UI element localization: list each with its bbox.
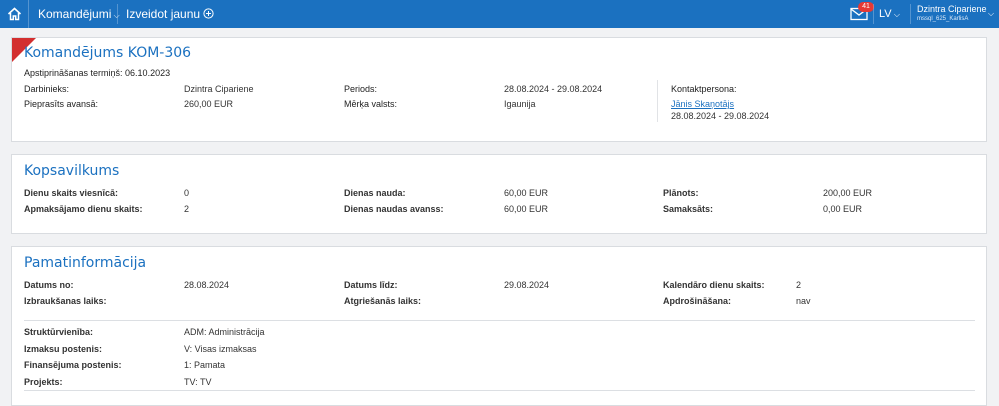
unit-value: ADM: Administrācija (184, 327, 265, 337)
chevron-down-icon: ⌵ (891, 10, 900, 19)
user-database: mssql_625_KarlisA (917, 16, 969, 22)
page-title: Komandējums KOM-306 (24, 45, 192, 61)
section-divider (24, 320, 975, 321)
daily-advance-label: Dienas naudas avanss: (344, 204, 444, 214)
section-divider (24, 390, 975, 391)
country-value: Igaunija (504, 99, 536, 109)
basic-info-panel: Pamatinformācija Datums no: 28.08.2024 I… (11, 246, 987, 406)
period-value: 28.08.2024 - 29.08.2024 (504, 84, 603, 94)
country-label: Mērķa valsts: (344, 99, 398, 109)
return-time-label: Atgriešanās laiks: (344, 296, 422, 306)
contact-label: Kontaktpersona: (671, 84, 737, 94)
contact-person-link[interactable]: Jānis Skaņotājs (671, 99, 734, 109)
finance-item-label: Finansējuma postenis: (24, 360, 122, 370)
contact-period: 28.08.2024 - 29.08.2024 (671, 111, 770, 121)
plus-circle-icon (203, 8, 215, 19)
nav-divider (117, 4, 118, 24)
paid-value: 0,00 EUR (823, 204, 863, 214)
period-label: Periods: (344, 84, 378, 94)
advance-value: 260,00 EUR (184, 99, 234, 109)
expense-item-value: V: Visas izmaksas (184, 344, 257, 354)
column-divider (657, 80, 658, 122)
chevron-down-icon: ⌵ (111, 11, 120, 20)
planned-value: 200,00 EUR (823, 188, 873, 198)
nav-divider (910, 4, 911, 24)
basic-info-title: Pamatinformācija (24, 255, 147, 271)
language-selector[interactable]: LV ⌵ (879, 0, 900, 28)
summary-panel: Kopsavilkums Dienu skaits viesnīcā: 0 Ap… (11, 154, 987, 234)
date-from-value: 28.08.2024 (184, 280, 230, 290)
calendar-days-label: Kalendāro dienu skaits: (663, 280, 765, 290)
approval-deadline: Apstiprināšanas termiņš: 06.10.2023 (24, 68, 171, 78)
departure-time-label: Izbraukšanas laiks: (24, 296, 107, 306)
daily-advance-value: 60,00 EUR (504, 204, 549, 214)
language-label: LV (879, 8, 892, 20)
home-icon (7, 7, 21, 21)
advance-label: Pieprasīts avansā: (24, 99, 99, 109)
daily-allowance-label: Dienas nauda: (344, 188, 406, 198)
create-new-button[interactable]: Izveidot jaunu (126, 0, 215, 28)
trip-header-panel: Komandējums KOM-306 Apstiprināšanas term… (11, 37, 987, 142)
planned-label: Plānots: (663, 188, 699, 198)
create-new-label: Izveidot jaunu (126, 7, 201, 21)
menu-komandejumi-label: Komandējumi (38, 7, 112, 21)
daily-allowance-value: 60,00 EUR (504, 188, 549, 198)
expense-item-label: Izmaksu postenis: (24, 344, 103, 354)
summary-title: Kopsavilkums (24, 163, 120, 179)
finance-item-value: 1: Pamata (184, 360, 226, 370)
date-to-value: 29.08.2024 (504, 280, 550, 290)
insurance-label: Apdrošināšana: (663, 296, 732, 306)
hotel-days-label: Dienu skaits viesnīcā: (24, 188, 119, 198)
project-label: Projekts: (24, 377, 63, 387)
mail-count-badge: 41 (858, 2, 874, 12)
top-nav-bar: Komandējumi ⌵ Izveidot jaunu 41 LV ⌵ Dzi… (0, 0, 999, 28)
chevron-down-icon[interactable]: ⌵ (988, 9, 994, 19)
hotel-days-value: 0 (184, 188, 190, 198)
menu-komandejumi[interactable]: Komandējumi ⌵ (38, 0, 120, 28)
employee-label: Darbinieks: (24, 84, 70, 94)
insurance-value: nav (796, 296, 811, 306)
nav-divider (873, 4, 874, 24)
calendar-days-value: 2 (796, 280, 802, 290)
date-from-label: Datums no: (24, 280, 74, 290)
unit-label: Struktūrvienība: (24, 327, 94, 337)
user-name[interactable]: Dzintra Cipariene (917, 4, 987, 14)
home-button[interactable] (0, 0, 29, 28)
date-to-label: Datums līdz: (344, 280, 398, 290)
paid-days-value: 2 (184, 204, 190, 214)
paid-days-label: Apmaksājamo dienu skaits: (24, 204, 143, 214)
employee-value: Dzintra Cipariene (184, 84, 254, 94)
paid-label: Samaksāts: (663, 204, 714, 214)
project-value: TV: TV (184, 377, 212, 387)
